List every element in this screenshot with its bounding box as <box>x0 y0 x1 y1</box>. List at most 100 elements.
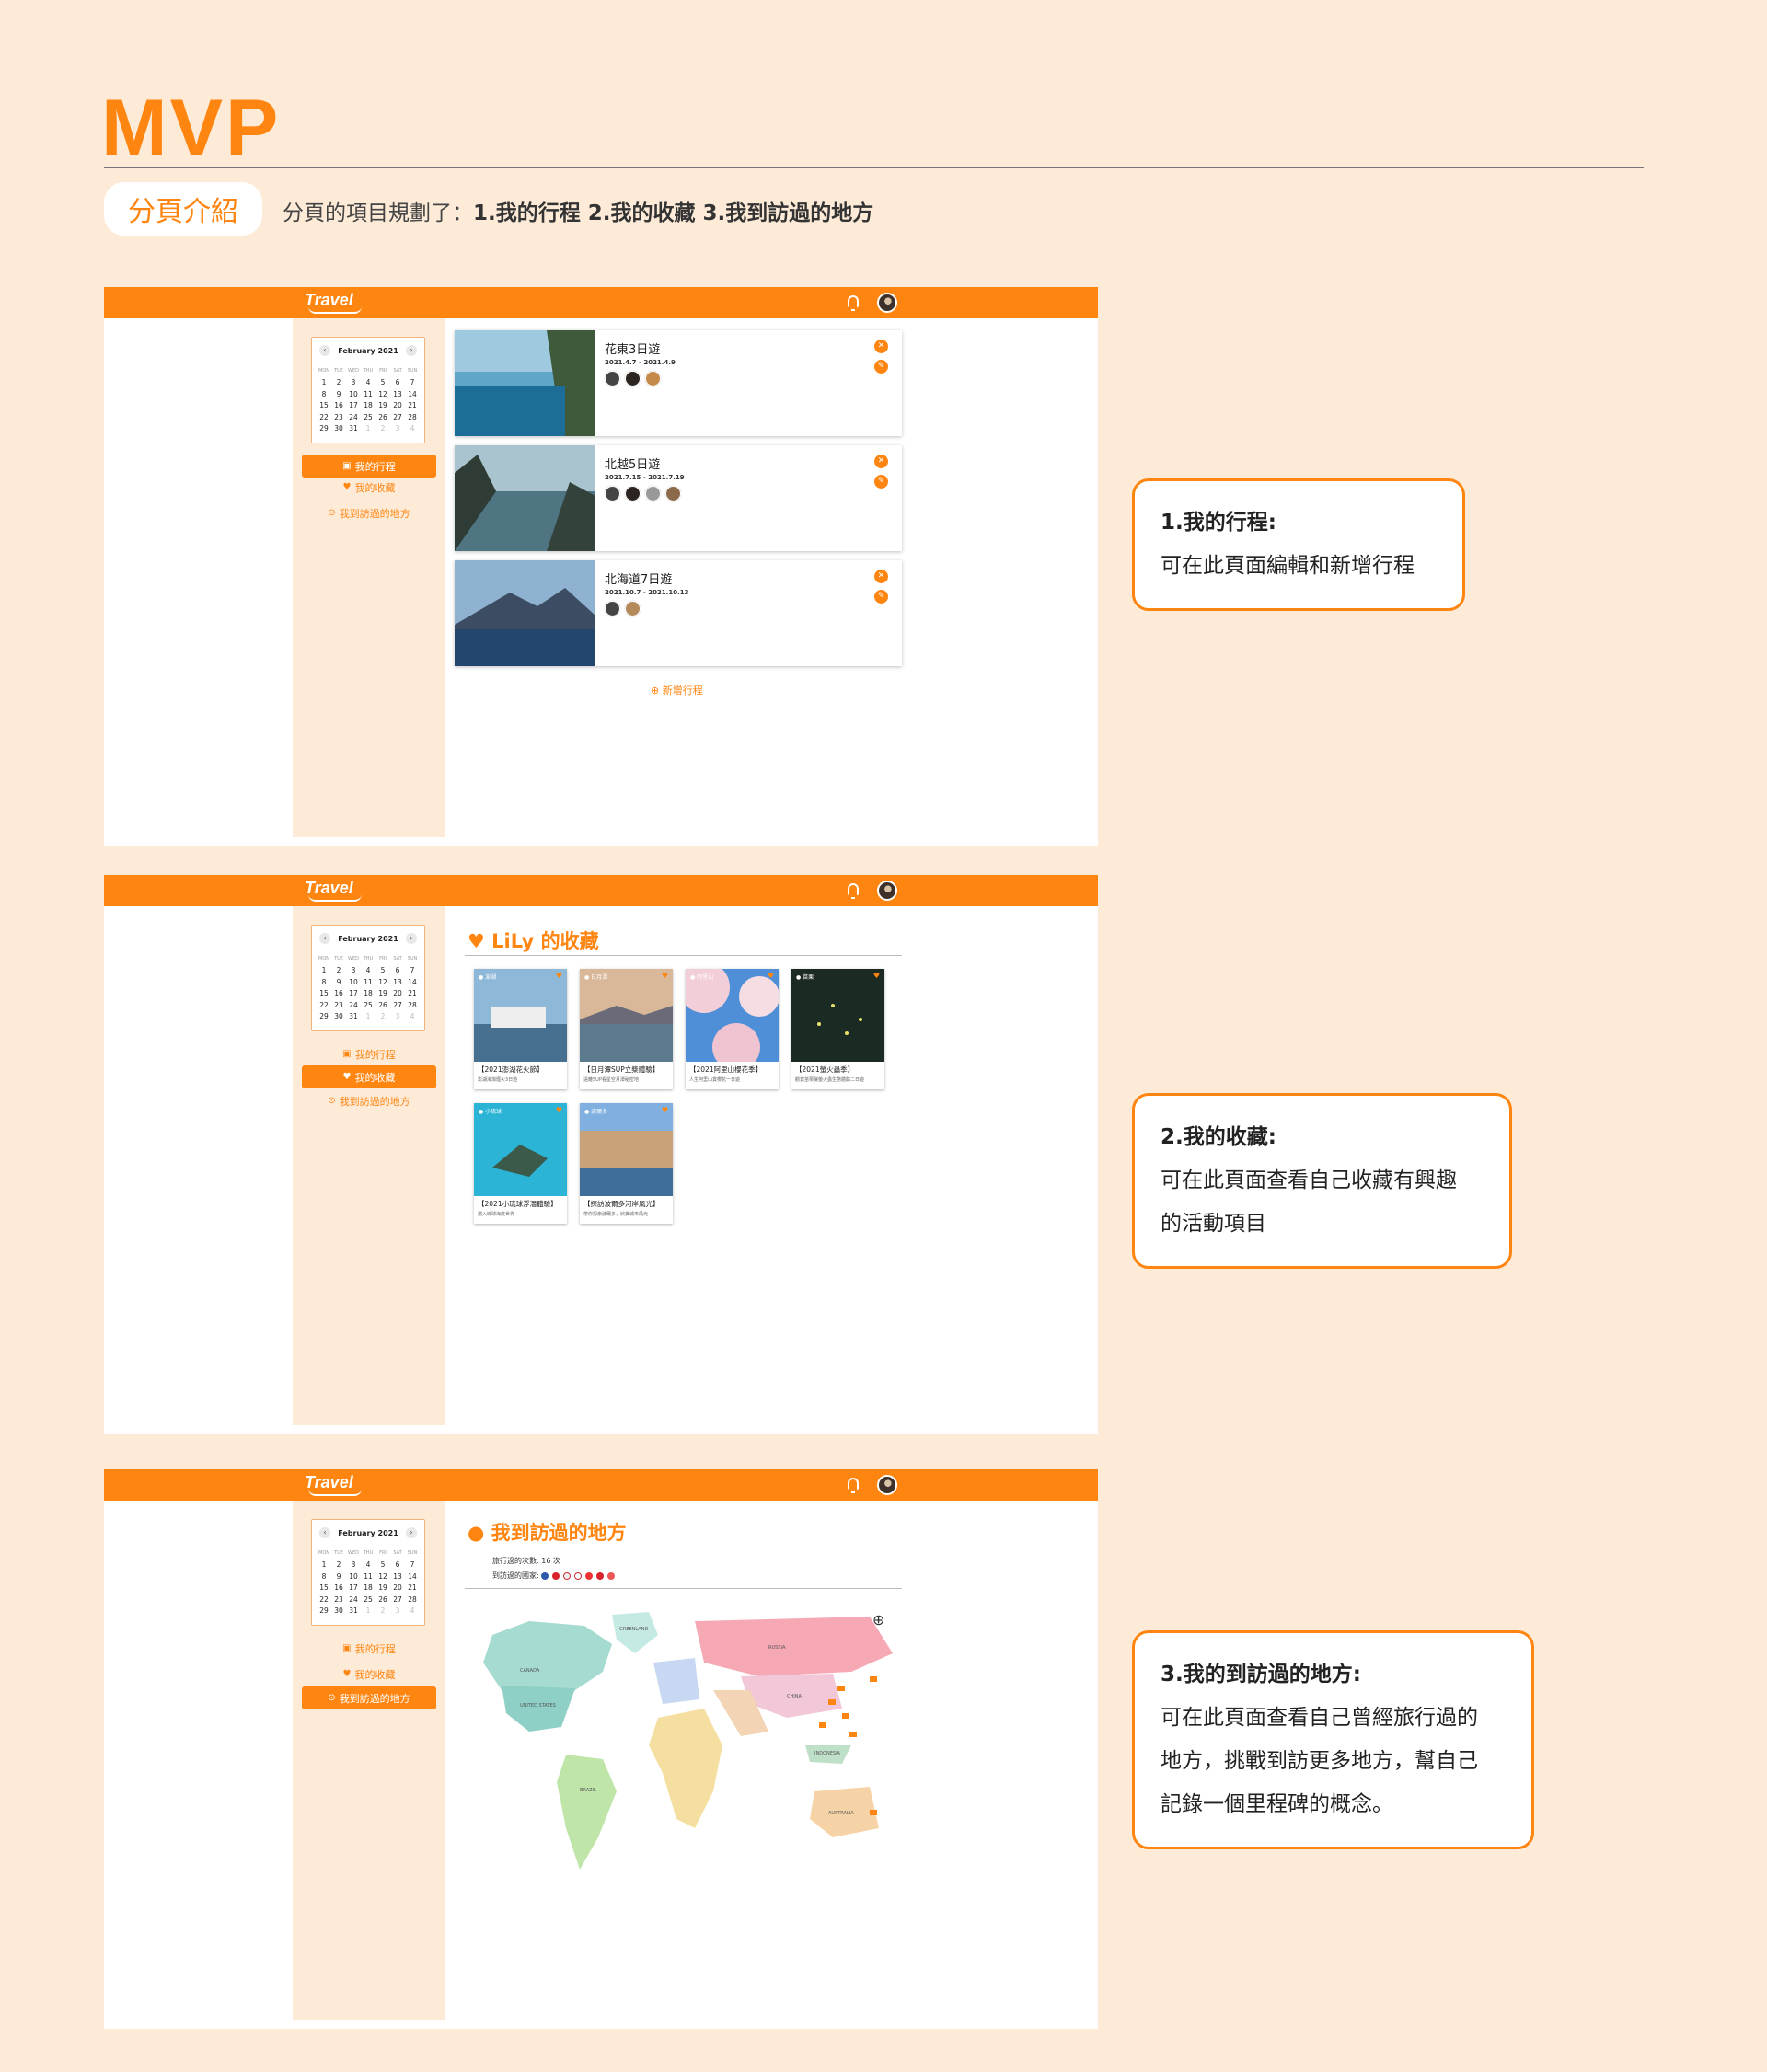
calendar-day[interactable]: 14 <box>405 977 420 989</box>
nav-my-favorites[interactable]: ♥ 我的收藏 <box>302 1663 436 1686</box>
calendar-next-icon[interactable]: › <box>406 1527 417 1538</box>
nav-my-favorites[interactable]: ♥ 我的收藏 <box>302 1065 436 1088</box>
calendar-day[interactable]: 21 <box>405 1583 420 1594</box>
calendar-day[interactable]: 29 <box>317 1606 331 1617</box>
calendar-day[interactable]: 13 <box>390 389 405 401</box>
calendar-day[interactable]: 1 <box>361 423 375 435</box>
calendar-day[interactable]: 25 <box>361 1000 375 1012</box>
calendar-day[interactable]: 26 <box>375 1594 390 1606</box>
calendar-day[interactable]: 11 <box>361 1571 375 1583</box>
calendar-day[interactable]: 16 <box>331 1583 346 1594</box>
trip-card[interactable]: 花東3日遊 2021.4.7 - 2021.4.9 ✕ ✎ <box>455 330 902 436</box>
calendar-day[interactable]: 1 <box>317 377 331 389</box>
calendar-day[interactable]: 31 <box>346 1011 361 1023</box>
calendar-day[interactable]: 1 <box>317 1560 331 1571</box>
calendar-day[interactable]: 6 <box>390 1560 405 1571</box>
calendar-day[interactable]: 7 <box>405 377 420 389</box>
calendar-day[interactable]: 10 <box>346 977 361 989</box>
favorite-card[interactable]: ● 波爾多 ♥ 【探訪波爾多河岸風光】 帶你探索波爾多，欣賞城市風光 <box>580 1103 673 1224</box>
calendar-day[interactable]: 7 <box>405 965 420 977</box>
calendar-day[interactable]: 31 <box>346 1606 361 1617</box>
trip-card[interactable]: 北越5日遊 2021.7.15 - 2021.7.19 ✕ ✎ <box>455 445 902 551</box>
calendar-day[interactable]: 24 <box>346 1000 361 1012</box>
calendar-day[interactable]: 16 <box>331 400 346 412</box>
calendar-day[interactable]: 19 <box>375 1583 390 1594</box>
heart-icon[interactable]: ♥ <box>556 972 562 980</box>
calendar-day[interactable]: 9 <box>331 389 346 401</box>
calendar-day[interactable]: 6 <box>390 377 405 389</box>
heart-icon[interactable]: ♥ <box>768 972 774 980</box>
calendar-day[interactable]: 17 <box>346 400 361 412</box>
heart-icon[interactable]: ♥ <box>556 1106 562 1114</box>
edit-icon[interactable]: ✎ <box>874 590 888 604</box>
calendar-day[interactable]: 21 <box>405 400 420 412</box>
favorite-card[interactable]: ● 澎湖 ♥ 【2021澎湖花火節】 澎湖海灣煙火3日遊 <box>474 969 567 1089</box>
calendar-day[interactable]: 9 <box>331 1571 346 1583</box>
calendar-day[interactable]: 28 <box>405 1594 420 1606</box>
calendar-day[interactable]: 14 <box>405 1571 420 1583</box>
calendar-day[interactable]: 8 <box>317 1571 331 1583</box>
calendar-day[interactable]: 2 <box>375 1606 390 1617</box>
delete-icon[interactable]: ✕ <box>874 570 888 583</box>
calendar-day[interactable]: 1 <box>317 965 331 977</box>
trip-card[interactable]: 北海道7日遊 2021.10.7 - 2021.10.13 ✕ ✎ <box>455 560 902 666</box>
nav-my-trips[interactable]: ▣ 我的行程 <box>302 1637 436 1660</box>
calendar-day[interactable]: 27 <box>390 1594 405 1606</box>
nav-my-trips[interactable]: ▣ 我的行程 <box>302 455 436 478</box>
calendar-day[interactable]: 2 <box>375 423 390 435</box>
world-map[interactable]: RUSSIA CANADA UNITED STATES CHINA BRAZIL… <box>465 1607 897 1874</box>
calendar-day[interactable]: 17 <box>346 988 361 1000</box>
calendar-day[interactable]: 19 <box>375 400 390 412</box>
calendar-day[interactable]: 29 <box>317 1011 331 1023</box>
calendar-day[interactable]: 17 <box>346 1583 361 1594</box>
calendar-day[interactable]: 12 <box>375 1571 390 1583</box>
nav-visited-places[interactable]: ⊙ 我到訪過的地方 <box>302 1089 436 1112</box>
calendar-day[interactable]: 20 <box>390 1583 405 1594</box>
calendar-day[interactable]: 3 <box>346 965 361 977</box>
nav-my-trips[interactable]: ▣ 我的行程 <box>302 1042 436 1065</box>
calendar-day[interactable]: 22 <box>317 1000 331 1012</box>
calendar-day[interactable]: 1 <box>361 1011 375 1023</box>
calendar-day[interactable]: 23 <box>331 412 346 424</box>
heart-icon[interactable]: ♥ <box>662 1106 668 1114</box>
calendar-day[interactable]: 10 <box>346 1571 361 1583</box>
calendar-day[interactable]: 4 <box>361 377 375 389</box>
calendar-day[interactable]: 5 <box>375 377 390 389</box>
bell-icon[interactable] <box>848 1478 859 1493</box>
calendar-day[interactable]: 30 <box>331 1011 346 1023</box>
calendar-day[interactable]: 30 <box>331 1606 346 1617</box>
calendar-day[interactable]: 11 <box>361 389 375 401</box>
delete-icon[interactable]: ✕ <box>874 340 888 353</box>
calendar-day[interactable]: 21 <box>405 988 420 1000</box>
edit-icon[interactable]: ✎ <box>874 360 888 374</box>
calendar-day[interactable]: 20 <box>390 400 405 412</box>
heart-icon[interactable]: ♥ <box>873 972 880 980</box>
calendar-day[interactable]: 16 <box>331 988 346 1000</box>
calendar-day[interactable]: 26 <box>375 412 390 424</box>
favorite-card[interactable]: ● 苗栗 ♥ 【2021螢火蟲季】 觀賞苗栗縣螢火蟲生態體驗二日遊 <box>791 969 884 1089</box>
calendar-day[interactable]: 11 <box>361 977 375 989</box>
user-avatar[interactable] <box>877 881 897 901</box>
calendar-day[interactable]: 4 <box>405 1011 420 1023</box>
favorite-card[interactable]: ● 日月潭 ♥ 【日月潭SUP立槳體驗】 遠離SUP看星空月潭秘密地 <box>580 969 673 1089</box>
calendar-day[interactable]: 25 <box>361 412 375 424</box>
calendar-day[interactable]: 12 <box>375 389 390 401</box>
calendar-day[interactable]: 10 <box>346 389 361 401</box>
calendar-day[interactable]: 2 <box>375 1011 390 1023</box>
calendar-day[interactable]: 18 <box>361 400 375 412</box>
calendar-day[interactable]: 4 <box>361 1560 375 1571</box>
delete-icon[interactable]: ✕ <box>874 455 888 468</box>
calendar-day[interactable]: 28 <box>405 412 420 424</box>
calendar-day[interactable]: 20 <box>390 988 405 1000</box>
calendar-day[interactable]: 27 <box>390 1000 405 1012</box>
calendar-day[interactable]: 15 <box>317 988 331 1000</box>
calendar-day[interactable]: 13 <box>390 1571 405 1583</box>
calendar-day[interactable]: 18 <box>361 1583 375 1594</box>
calendar-day[interactable]: 15 <box>317 400 331 412</box>
calendar-day[interactable]: 3 <box>346 377 361 389</box>
nav-my-favorites[interactable]: ♥ 我的收藏 <box>302 476 436 499</box>
calendar-day[interactable]: 30 <box>331 423 346 435</box>
calendar-day[interactable]: 4 <box>361 965 375 977</box>
calendar-day[interactable]: 25 <box>361 1594 375 1606</box>
calendar-next-icon[interactable]: › <box>406 345 417 356</box>
